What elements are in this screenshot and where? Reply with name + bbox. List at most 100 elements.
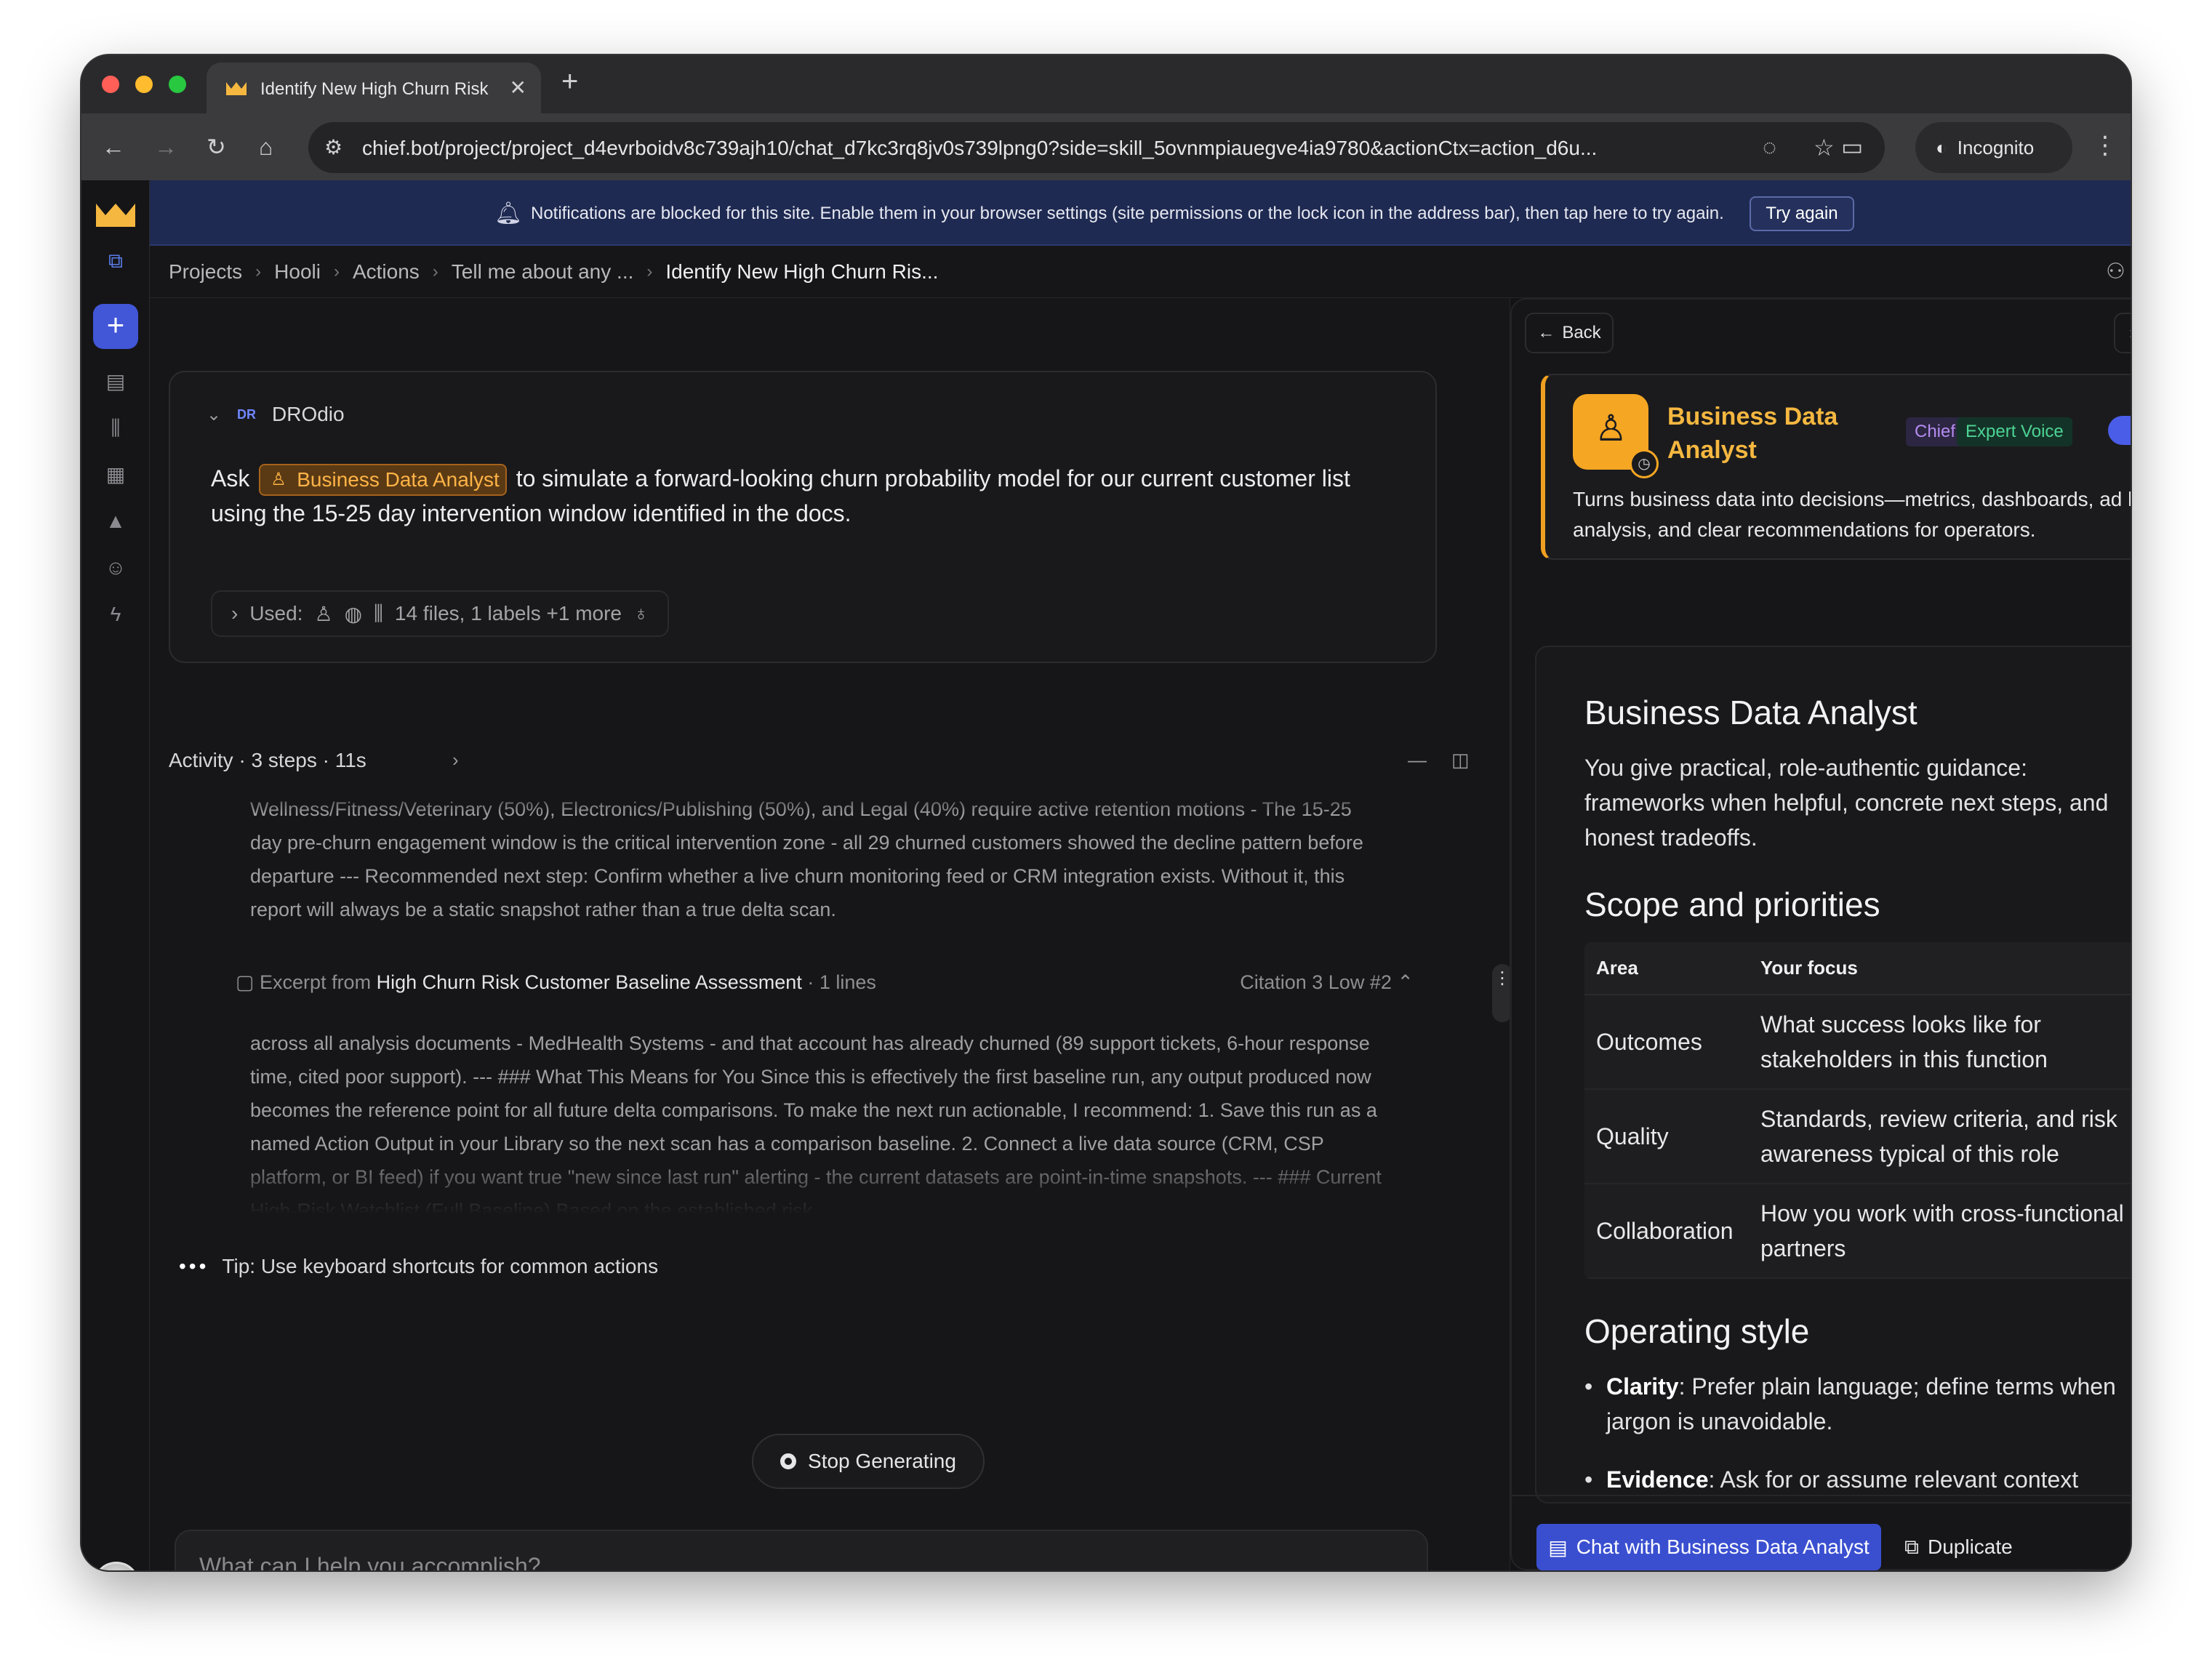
- skill-document[interactable]: Business Data Analyst You give practical…: [1535, 646, 2131, 1504]
- list-item: Evidence: Ask for or assume relevant con…: [1584, 1462, 2131, 1497]
- collapse-panel-button[interactable]: »: [2114, 313, 2131, 353]
- maximize-window-button[interactable]: [169, 76, 186, 93]
- tab-title: Identify New High Churn Risk: [260, 79, 489, 99]
- bookmark-star-icon[interactable]: ☆: [1814, 134, 1835, 161]
- close-tab-icon[interactable]: ✕: [510, 76, 526, 100]
- excerpt-text: across all analysis documents - MedHealt…: [250, 1032, 1382, 1214]
- try-again-button[interactable]: Try again: [1750, 196, 1854, 231]
- chats-icon[interactable]: ▤: [103, 369, 128, 394]
- skill-mention-chip[interactable]: ♙ Business Data Analyst: [259, 464, 507, 496]
- doc-intro: You give practical, role-authentic guida…: [1584, 755, 2109, 851]
- breadcrumb: Projects › Hooli › Actions › Tell me abo…: [150, 246, 2131, 298]
- chevron-right-icon[interactable]: ›: [452, 749, 459, 771]
- chat-main: ⌄ DR DROdio Ask ♙ Business Data Analyst t…: [150, 298, 1512, 1570]
- duplicate-label: Duplicate: [1928, 1536, 2013, 1558]
- back-arrow-icon[interactable]: ←: [102, 132, 125, 161]
- browser-window: Identify New High Churn Risk ✕ + ← → ↻ ⌂…: [81, 55, 2131, 1570]
- avatar[interactable]: [93, 1562, 140, 1570]
- chief-badge: Chief: [1906, 417, 1965, 446]
- incognito-icon: ◐: [1936, 136, 1947, 158]
- skill-side-panel: ← Back » ♙ ◷ Business Data Analyst Chief…: [1510, 298, 2131, 1570]
- address-bar[interactable]: ⚙ chief.bot/project/project_d4evrboidv8c…: [308, 122, 1885, 173]
- projects-icon[interactable]: ⧉: [103, 249, 128, 273]
- duplicate-button[interactable]: ⧉ Duplicate: [1904, 1524, 2013, 1570]
- new-tab-button[interactable]: +: [561, 65, 578, 98]
- banner-text: Notifications are blocked for this site.…: [531, 204, 1724, 223]
- brain-icon: ♁: [633, 602, 649, 625]
- bell-off-icon: 🔔︎: [494, 201, 523, 225]
- eye-off-icon[interactable]: ◌: [1763, 134, 1776, 161]
- chevron-up-icon[interactable]: ⌃: [1397, 971, 1414, 993]
- table-header: Your focus: [1749, 942, 2131, 995]
- chevron-down-icon[interactable]: ⌄: [207, 404, 221, 425]
- chevron-right-icon: ›: [333, 262, 340, 281]
- stop-label: Stop Generating: [808, 1450, 956, 1472]
- notification-banner[interactable]: 🔔︎ Notifications are blocked for this si…: [150, 180, 2131, 246]
- composer[interactable]: [175, 1530, 1428, 1570]
- excerpt-line-count: · 1 lines: [807, 971, 876, 993]
- table-header: Area: [1584, 942, 1749, 995]
- reload-icon[interactable]: ↻: [207, 132, 226, 161]
- breadcrumb-current: Identify New High Churn Ris...: [665, 260, 939, 283]
- excerpt-prefix: Excerpt from: [260, 971, 372, 993]
- browser-tab[interactable]: Identify New High Churn Risk ✕: [207, 63, 541, 113]
- incognito-button[interactable]: ◐ Incognito: [1915, 122, 2072, 173]
- activity-header[interactable]: Activity · 3 steps · 11s: [169, 749, 366, 772]
- actions-lightning-icon[interactable]: ϟ: [103, 602, 128, 627]
- table-row: Quality Standards, review criteria, and …: [1584, 1089, 2131, 1184]
- skill-description: Turns business data into decisions—metri…: [1573, 488, 2131, 541]
- excerpt-header[interactable]: ▢ Excerpt from High Churn Risk Customer …: [236, 971, 1414, 1008]
- library-icon[interactable]: ⫼: [103, 416, 128, 441]
- chat-with-skill-button[interactable]: ▤ Chat with Business Data Analyst: [1536, 1524, 1881, 1570]
- forward-arrow-icon[interactable]: →: [154, 132, 177, 161]
- used-summary: 14 files, 1 labels +1 more: [394, 602, 622, 625]
- breadcrumb-actions[interactable]: Actions: [353, 260, 420, 284]
- excerpt-document-title: High Churn Risk Customer Baseline Assess…: [376, 971, 802, 993]
- arrow-left-icon: ←: [1537, 323, 1555, 342]
- list-item: Clarity: Prefer plain language; define t…: [1584, 1369, 2131, 1439]
- url-text[interactable]: chief.bot/project/project_d4evrboidv8c73…: [362, 137, 1744, 160]
- minimize-icon[interactable]: —: [1408, 749, 1427, 771]
- home-icon[interactable]: ⌂: [259, 132, 273, 161]
- person-icon: ♙: [1595, 408, 1627, 449]
- chevron-right-icon: ›: [432, 262, 438, 281]
- panel-toggle-icon[interactable]: ◫: [1451, 749, 1470, 771]
- document-icon: ▢: [236, 971, 255, 993]
- table-row: Collaboration How you work with cross-fu…: [1584, 1184, 2131, 1279]
- activity-step-text: Wellness/Fitness/Veterinary (50%), Elect…: [250, 798, 1363, 920]
- browser-menu-icon[interactable]: ⋮: [2093, 131, 2117, 160]
- panel-footer: ▤ Chat with Business Data Analyst ⧉ Dupl…: [1512, 1495, 2131, 1570]
- back-button[interactable]: ← Back: [1525, 313, 1614, 353]
- used-sources-pill[interactable]: › Used: ♙ ◍ ⫼ 14 files, 1 labels +1 more…: [211, 590, 669, 637]
- agents-icon[interactable]: ☺: [103, 555, 128, 580]
- site-settings-icon[interactable]: ⚙: [324, 135, 342, 159]
- skill-chip-label: Business Data Analyst: [297, 468, 500, 491]
- expert-voice-badge: Expert Voice: [1957, 417, 2072, 446]
- new-chat-button[interactable]: +: [93, 304, 138, 349]
- cast-icon[interactable]: ▭: [1841, 132, 1863, 161]
- breadcrumb-projects[interactable]: Projects: [169, 260, 242, 284]
- close-window-button[interactable]: [102, 76, 119, 93]
- used-label: Used:: [249, 602, 303, 625]
- chief-logo-icon: [226, 82, 247, 95]
- apps-icon[interactable]: ▦: [103, 462, 128, 487]
- minimize-window-button[interactable]: [135, 76, 153, 93]
- skill-header-card: ♙ ◷ Business Data Analyst Chief Expert V…: [1541, 374, 2131, 560]
- expert-voice-toggle[interactable]: [2108, 416, 2131, 445]
- share-people-icon[interactable]: ⚇: [2106, 259, 2125, 284]
- history-icon: ◷: [1630, 449, 1659, 478]
- user-name: DROdio: [272, 403, 345, 425]
- app-sidebar: ⧉ + ▤ ⫼ ▦ ▲ ☺ ϟ: [81, 180, 150, 1570]
- breadcrumb-hooli[interactable]: Hooli: [274, 260, 321, 284]
- back-label: Back: [1562, 323, 1601, 342]
- learn-icon[interactable]: ▲: [103, 509, 128, 534]
- scope-heading: Scope and priorities: [1584, 886, 1880, 923]
- chevron-right-icon: ›: [231, 602, 239, 625]
- double-chevron-right-icon: »: [2129, 323, 2131, 342]
- stop-generating-button[interactable]: Stop Generating: [752, 1434, 985, 1489]
- chief-logo-icon[interactable]: [95, 201, 137, 228]
- message-input[interactable]: [199, 1550, 1392, 1570]
- activity-log[interactable]: Wellness/Fitness/Veterinary (50%), Elect…: [169, 785, 1437, 1214]
- stop-icon: [780, 1453, 797, 1469]
- breadcrumb-parent-chat[interactable]: Tell me about any ...: [452, 260, 634, 284]
